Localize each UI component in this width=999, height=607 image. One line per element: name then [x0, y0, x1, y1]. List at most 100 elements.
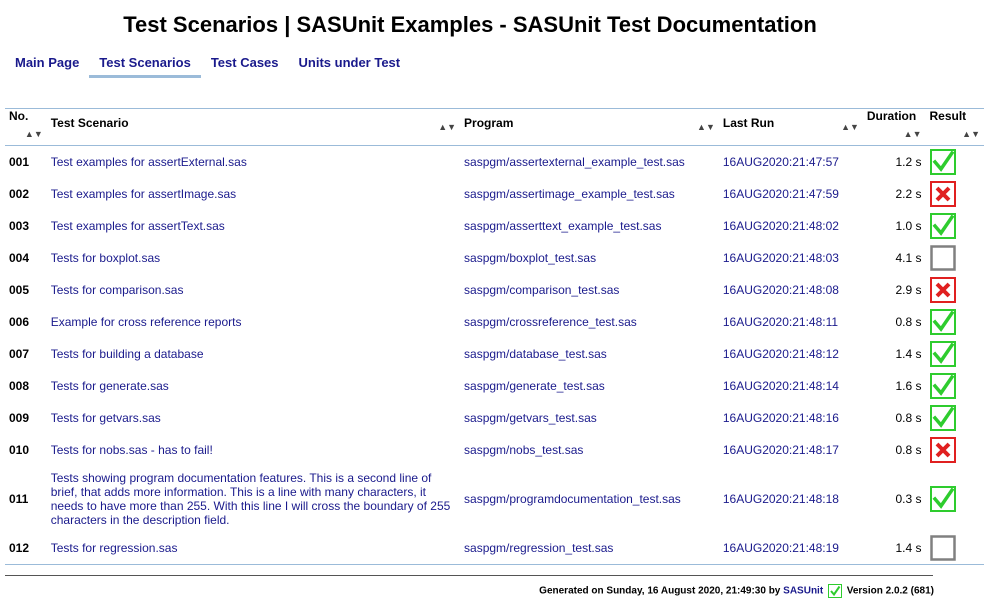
scenario-link[interactable]: Tests for getvars.sas — [47, 402, 460, 434]
row-number: 012 — [5, 532, 47, 565]
check-icon[interactable] — [929, 486, 956, 512]
program-link[interactable]: saspgm/assertimage_example_test.sas — [460, 178, 719, 210]
check-icon[interactable] — [929, 149, 956, 175]
scenario-link[interactable]: Tests for nobs.sas - has to fail! — [47, 434, 460, 466]
last-run-link[interactable]: 16AUG2020:21:48:19 — [718, 532, 863, 565]
error-x-icon[interactable] — [929, 277, 956, 303]
program-link[interactable]: saspgm/generate_test.sas — [460, 370, 719, 402]
program-link[interactable]: saspgm/asserttext_example_test.sas — [460, 210, 719, 242]
col-header-program[interactable]: Program ▲▼ — [460, 108, 719, 146]
program-link[interactable]: saspgm/comparison_test.sas — [460, 274, 719, 306]
col-header-last-run[interactable]: Last Run ▲▼ — [718, 108, 863, 146]
error-x-icon[interactable] — [929, 181, 956, 207]
check-icon[interactable] — [929, 373, 956, 399]
scenario-link[interactable]: Tests showing program documentation feat… — [47, 466, 460, 532]
duration-value: 1.4 s — [895, 347, 922, 361]
scenario-link[interactable]: Tests for boxplot.sas — [47, 242, 460, 274]
row-number: 007 — [9, 347, 30, 361]
col-header-duration[interactable]: Duration ▲▼ — [862, 108, 926, 146]
scenario-link[interactable]: Tests for regression.sas — [46, 532, 461, 565]
last-run-link[interactable]: 16AUG2020:21:48:16 — [719, 402, 863, 434]
empty-box-icon[interactable] — [929, 535, 956, 561]
main-nav: Main Page Test Scenarios Test Cases Unit… — [5, 54, 410, 82]
table-header-row: No. ▲▼ Test Scenario ▲▼ Program ▲▼ Last Run… — [5, 108, 984, 146]
duration-value: 1.6 s — [895, 379, 922, 393]
sort-icon[interactable]: ▲▼ — [697, 116, 715, 138]
sasunit-logo-icon — [827, 584, 842, 598]
duration-value: 1.0 s — [895, 219, 922, 233]
program-link[interactable]: saspgm/programdocumentation_test.sas — [460, 466, 719, 532]
result-cell — [926, 210, 985, 242]
footer-divider — [5, 575, 933, 576]
table-row: 007 Tests for building a database saspgm/d… — [5, 338, 984, 370]
last-run-link[interactable]: 16AUG2020:21:48:02 — [719, 210, 863, 242]
duration-value: 0.8 s — [895, 315, 922, 329]
sort-icon[interactable]: ▲▼ — [841, 116, 859, 138]
row-number: 002 — [9, 187, 30, 201]
check-icon[interactable] — [929, 309, 956, 335]
result-cell — [926, 242, 985, 274]
table-row: 009 Tests for getvars.sas saspgm/getvars_t… — [5, 402, 984, 434]
tab-main-page[interactable]: Main Page — [5, 54, 89, 78]
program-link[interactable]: saspgm/database_test.sas — [460, 338, 719, 370]
col-header-no[interactable]: No. ▲▼ — [5, 108, 47, 146]
scenario-link[interactable]: Test examples for assertText.sas — [47, 210, 460, 242]
check-icon[interactable] — [929, 405, 956, 431]
scenario-link[interactable]: Test examples for assertImage.sas — [47, 178, 460, 210]
col-header-scenario[interactable]: Test Scenario ▲▼ — [46, 108, 461, 146]
table-row: 002 Test examples for assertImage.sas sasp… — [5, 178, 984, 210]
table-row: 012 Tests for regression.sas saspgm/regres… — [5, 532, 984, 565]
result-cell — [926, 338, 985, 370]
row-number: 005 — [9, 283, 30, 297]
sasunit-link[interactable]: SASUnit — [783, 586, 823, 597]
row-number: 003 — [9, 219, 30, 233]
scenario-link[interactable]: Test examples for assertExternal.sas — [47, 146, 460, 179]
scenario-link[interactable]: Tests for generate.sas — [47, 370, 460, 402]
program-link[interactable]: saspgm/boxplot_test.sas — [460, 242, 719, 274]
program-link[interactable]: saspgm/getvars_test.sas — [460, 402, 719, 434]
duration-value: 2.9 s — [895, 283, 922, 297]
duration-value: 1.2 s — [895, 155, 922, 169]
col-header-program-label: Program — [464, 116, 514, 130]
duration-value: 4.1 s — [895, 251, 922, 265]
last-run-link[interactable]: 16AUG2020:21:48:17 — [719, 434, 863, 466]
result-cell — [926, 402, 985, 434]
row-number: 010 — [9, 443, 30, 457]
last-run-link[interactable]: 16AUG2020:21:48:18 — [719, 466, 863, 532]
tab-test-cases[interactable]: Test Cases — [201, 54, 289, 78]
program-link[interactable]: saspgm/regression_test.sas — [460, 532, 719, 565]
last-run-link[interactable]: 16AUG2020:21:48:14 — [719, 370, 863, 402]
last-run-link[interactable]: 16AUG2020:21:48:03 — [719, 242, 863, 274]
col-header-duration-label: Duration — [866, 109, 917, 123]
tab-test-scenarios[interactable]: Test Scenarios — [89, 54, 201, 78]
row-number: 009 — [9, 411, 30, 425]
tab-units-under-test[interactable]: Units under Test — [289, 54, 411, 78]
scenario-link[interactable]: Example for cross reference reports — [47, 306, 460, 338]
footer-version: Version 2.0.2 (681) — [846, 585, 934, 597]
last-run-link[interactable]: 16AUG2020:21:48:08 — [719, 274, 863, 306]
last-run-link[interactable]: 16AUG2020:21:48:12 — [719, 338, 863, 370]
last-run-link[interactable]: 16AUG2020:21:47:57 — [719, 146, 863, 179]
check-icon[interactable] — [929, 213, 956, 239]
row-number: 006 — [9, 315, 30, 329]
col-header-result[interactable]: Result ▲▼ — [925, 108, 984, 146]
result-cell — [926, 146, 985, 179]
error-x-icon[interactable] — [929, 437, 956, 463]
duration-value: 0.3 s — [895, 492, 922, 506]
col-header-result-label: Result — [929, 109, 967, 123]
scenario-link[interactable]: Tests for building a database — [47, 338, 460, 370]
check-icon[interactable] — [929, 341, 956, 367]
last-run-link[interactable]: 16AUG2020:21:47:59 — [719, 178, 863, 210]
sort-icon[interactable]: ▲▼ — [438, 116, 456, 138]
result-cell — [926, 178, 985, 210]
empty-box-icon[interactable] — [929, 245, 956, 271]
last-run-link[interactable]: 16AUG2020:21:48:11 — [719, 306, 863, 338]
scenario-link[interactable]: Tests for comparison.sas — [47, 274, 460, 306]
sort-icon[interactable]: ▲▼ — [25, 123, 43, 145]
program-link[interactable]: saspgm/nobs_test.sas — [460, 434, 719, 466]
sort-icon[interactable]: ▲▼ — [962, 123, 980, 145]
sort-icon[interactable]: ▲▼ — [904, 123, 922, 145]
program-link[interactable]: saspgm/assertexternal_example_test.sas — [460, 146, 719, 179]
duration-value: 0.8 s — [895, 443, 922, 457]
program-link[interactable]: saspgm/crossreference_test.sas — [460, 306, 719, 338]
